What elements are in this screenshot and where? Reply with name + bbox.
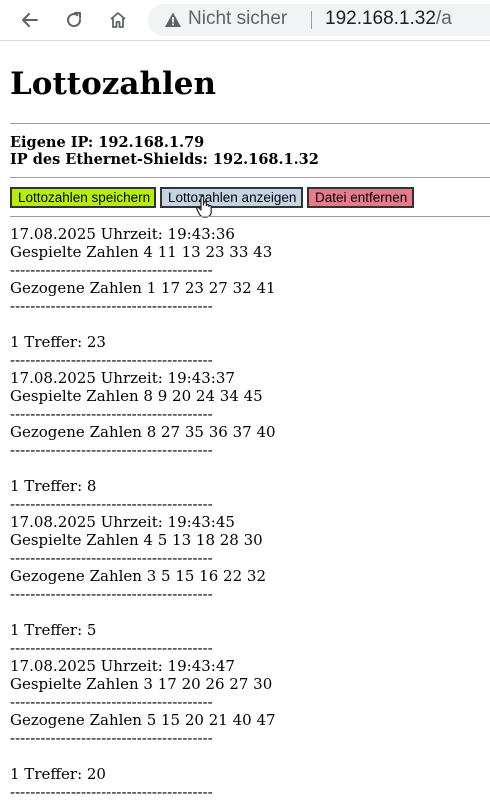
hit-count: 1 Treffer: 23: [10, 333, 106, 351]
divider-top: [10, 123, 490, 124]
log-entry: 17.08.2025 Uhrzeit: 19:43:45 Gespielte Z…: [10, 513, 490, 657]
own-ip-text: Eigene IP: 192.168.1.79: [10, 134, 205, 151]
separator-line: ----------------------------------------: [10, 351, 213, 369]
hit-count: 1 Treffer: 20: [10, 765, 106, 783]
url-path: /a: [435, 8, 452, 29]
home-button[interactable]: [104, 6, 132, 34]
browser-toolbar: Nicht sicher 192.168.1.32/a: [0, 0, 490, 41]
separator-line: ----------------------------------------: [10, 693, 213, 711]
entry-timestamp: 17.08.2025 Uhrzeit: 19:43:37: [10, 369, 235, 387]
drawn-numbers: Gezogene Zahlen 5 15 20 21 40 47: [10, 711, 276, 729]
shield-ip-text: IP des Ethernet-Shields: 192.168.1.32: [10, 151, 319, 168]
separator-line: ----------------------------------------: [10, 261, 213, 279]
played-numbers: Gespielte Zahlen 8 9 20 24 34 45: [10, 387, 263, 405]
separator-line: ----------------------------------------: [10, 549, 213, 567]
log-entry: 17.08.2025 Uhrzeit: 19:43:47 Gespielte Z…: [10, 657, 490, 801]
page-title: Lottozahlen: [10, 66, 217, 102]
drawn-numbers: Gezogene Zahlen 3 5 15 16 22 32: [10, 567, 266, 585]
separator-line: ----------------------------------------: [10, 585, 213, 603]
drawn-numbers: Gezogene Zahlen 8 27 35 36 37 40: [10, 423, 276, 441]
separator-line: ----------------------------------------: [10, 495, 213, 513]
url-text[interactable]: 192.168.1.32/a: [325, 8, 452, 30]
separator-line: ----------------------------------------: [10, 729, 213, 747]
back-button[interactable]: [16, 6, 44, 34]
played-numbers: Gespielte Zahlen 4 11 13 23 33 43: [10, 243, 273, 261]
divider-middle: [10, 177, 490, 178]
hit-count: 1 Treffer: 5: [10, 621, 97, 639]
separator-line: ----------------------------------------: [10, 783, 213, 801]
security-label[interactable]: Nicht sicher: [188, 8, 287, 30]
reload-button[interactable]: [60, 6, 88, 34]
log-entry: 17.08.2025 Uhrzeit: 19:43:37 Gespielte Z…: [10, 369, 490, 513]
entry-timestamp: 17.08.2025 Uhrzeit: 19:43:45: [10, 513, 235, 531]
show-numbers-button[interactable]: Lottozahlen anzeigen: [160, 187, 303, 208]
warning-triangle-icon[interactable]: [164, 11, 182, 29]
address-bar[interactable]: Nicht sicher 192.168.1.32/a: [148, 4, 490, 36]
separator-line: ----------------------------------------: [10, 441, 213, 459]
entry-timestamp: 17.08.2025 Uhrzeit: 19:43:36: [10, 225, 235, 243]
played-numbers: Gespielte Zahlen 4 5 13 18 28 30: [10, 531, 263, 549]
url-host: 192.168.1.32: [325, 8, 436, 29]
omnibox-divider: [311, 11, 312, 29]
delete-file-button[interactable]: Datei entfernen: [307, 187, 414, 208]
save-numbers-button[interactable]: Lottozahlen speichern: [10, 187, 156, 208]
played-numbers: Gespielte Zahlen 3 17 20 26 27 30: [10, 675, 273, 693]
separator-line: ----------------------------------------: [10, 405, 213, 423]
home-icon: [110, 12, 126, 28]
arrow-left-icon: [22, 13, 38, 27]
reload-icon: [67, 12, 82, 28]
separator-line: ----------------------------------------: [10, 639, 213, 657]
drawn-numbers: Gezogene Zahlen 1 17 23 27 32 41: [10, 279, 276, 297]
entry-timestamp: 17.08.2025 Uhrzeit: 19:43:47: [10, 657, 235, 675]
hit-count: 1 Treffer: 8: [10, 477, 97, 495]
separator-line: ----------------------------------------: [10, 297, 213, 315]
log-entry: 17.08.2025 Uhrzeit: 19:43:36 Gespielte Z…: [10, 225, 490, 369]
results-log: 17.08.2025 Uhrzeit: 19:43:36 Gespielte Z…: [10, 225, 490, 801]
divider-bottom: [10, 216, 490, 217]
